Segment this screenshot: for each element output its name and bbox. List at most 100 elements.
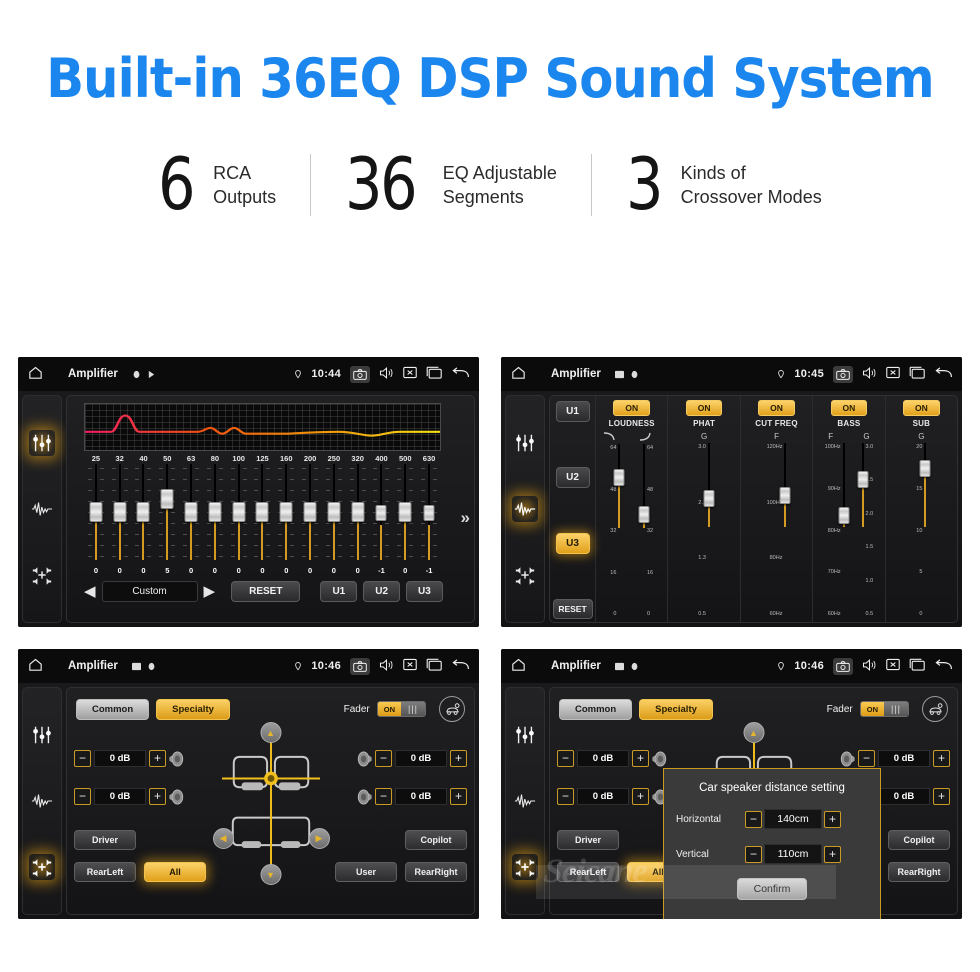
eq-slider-track[interactable] bbox=[397, 464, 414, 560]
tab-common[interactable]: Common bbox=[559, 698, 633, 720]
eq-slider-320[interactable] bbox=[346, 464, 370, 564]
vertical-minus-button[interactable]: − bbox=[745, 845, 762, 863]
preset-u2-button[interactable]: U2 bbox=[363, 581, 401, 602]
level-minus-front-left[interactable]: − bbox=[557, 750, 574, 767]
eq-slider-knob[interactable] bbox=[89, 502, 103, 522]
crossover-slider-track[interactable] bbox=[703, 443, 715, 527]
crossover-slider-track[interactable] bbox=[857, 443, 868, 527]
car-seat-diagram[interactable] bbox=[221, 726, 320, 876]
rail-item-crossover[interactable] bbox=[512, 496, 538, 522]
crossover-slider-0[interactable]: 100Hz 90Hz 80Hz 70Hz 60Hz bbox=[825, 443, 850, 618]
reset-button[interactable]: RESET bbox=[231, 581, 301, 602]
level-plus-front-right[interactable]: + bbox=[450, 750, 467, 767]
rail-item-equalizer[interactable] bbox=[29, 430, 55, 456]
rail-item-equalizer[interactable] bbox=[512, 430, 538, 456]
nav-down-button[interactable]: ▼ bbox=[260, 864, 281, 885]
eq-slider-80[interactable] bbox=[203, 464, 227, 564]
rail-item-balance[interactable] bbox=[512, 854, 538, 880]
eq-slider-knob[interactable] bbox=[375, 504, 387, 521]
back-icon[interactable] bbox=[451, 658, 470, 675]
next-page-chevron[interactable]: » bbox=[461, 508, 470, 528]
home-icon[interactable] bbox=[27, 364, 44, 384]
eq-slider-track[interactable] bbox=[302, 464, 319, 560]
crossover-slider-0[interactable]: 120Hz 100Hz 80Hz 60Hz bbox=[767, 443, 791, 618]
volume-icon[interactable] bbox=[379, 366, 394, 383]
eq-slider-knob[interactable] bbox=[327, 502, 341, 522]
eq-slider-32[interactable] bbox=[108, 464, 132, 564]
level-minus-rear-left[interactable]: − bbox=[557, 788, 574, 805]
eq-slider-knob[interactable] bbox=[184, 502, 198, 522]
fader-toggle[interactable]: ON ||| bbox=[376, 701, 426, 717]
eq-slider-track[interactable] bbox=[349, 464, 366, 560]
tab-common[interactable]: Common bbox=[76, 698, 150, 720]
recents-icon[interactable] bbox=[909, 658, 925, 674]
vertical-stepper[interactable]: − 110cm + bbox=[745, 844, 841, 864]
position-button-copilot[interactable]: Copilot bbox=[888, 830, 950, 850]
back-icon[interactable] bbox=[934, 658, 953, 675]
crossover-slider-0[interactable]: 20 15 10 5 0 bbox=[916, 443, 931, 618]
volume-icon[interactable] bbox=[862, 658, 877, 675]
position-button-rearleft[interactable]: RearLeft bbox=[74, 862, 136, 882]
position-button-driver[interactable]: Driver bbox=[74, 830, 136, 850]
crossover-slider-0[interactable]: 3.0 2.1 1.3 0.5 bbox=[698, 443, 715, 618]
eq-slider-track[interactable] bbox=[373, 464, 390, 560]
eq-slider-160[interactable] bbox=[274, 464, 298, 564]
volume-icon[interactable] bbox=[379, 658, 394, 675]
eq-slider-63[interactable] bbox=[179, 464, 203, 564]
nav-left-button[interactable]: ◀ bbox=[212, 828, 234, 849]
back-icon[interactable] bbox=[934, 366, 953, 383]
nav-up-button[interactable]: ▲ bbox=[260, 722, 281, 743]
level-plus-front-left[interactable]: + bbox=[632, 750, 649, 767]
eq-slider-knob[interactable] bbox=[208, 502, 222, 522]
eq-slider-250[interactable] bbox=[322, 464, 346, 564]
eq-slider-630[interactable] bbox=[417, 464, 441, 564]
level-minus-rear-right[interactable]: − bbox=[375, 788, 392, 805]
camera-icon[interactable] bbox=[350, 657, 370, 675]
rail-item-crossover[interactable] bbox=[29, 788, 55, 814]
horizontal-minus-button[interactable]: − bbox=[745, 810, 762, 828]
camera-icon[interactable] bbox=[833, 657, 853, 675]
rail-item-crossover[interactable] bbox=[512, 788, 538, 814]
nav-right-button[interactable]: ▶ bbox=[308, 828, 330, 849]
tab-specialty[interactable]: Specialty bbox=[639, 698, 713, 720]
crossover-slider-knob[interactable] bbox=[919, 460, 931, 478]
preset-u3-button[interactable]: U3 bbox=[406, 581, 443, 602]
close-box-icon[interactable] bbox=[886, 658, 900, 674]
crossover-slider-track[interactable] bbox=[613, 444, 625, 528]
volume-icon[interactable] bbox=[862, 366, 877, 383]
home-icon[interactable] bbox=[27, 656, 44, 676]
position-button-rearright[interactable]: RearRight bbox=[405, 862, 467, 882]
eq-slider-50[interactable] bbox=[155, 464, 179, 564]
nav-up-button[interactable]: ▲ bbox=[743, 722, 764, 743]
crossover-slider-0[interactable]: 64 48 32 16 0 bbox=[610, 444, 625, 618]
rail-item-equalizer[interactable] bbox=[29, 722, 55, 748]
crossover-slider-track[interactable] bbox=[919, 443, 931, 527]
eq-slider-knob[interactable] bbox=[351, 502, 365, 522]
preset-next-button[interactable]: ▶ bbox=[204, 584, 216, 599]
fader-toggle[interactable]: ON ||| bbox=[859, 701, 909, 717]
preset-u1-button[interactable]: U1 bbox=[320, 581, 358, 602]
position-button-user[interactable]: User bbox=[335, 862, 397, 882]
position-button-copilot[interactable]: Copilot bbox=[405, 830, 467, 850]
eq-slider-knob[interactable] bbox=[398, 502, 412, 522]
camera-icon[interactable] bbox=[350, 365, 370, 383]
crossover-slider-knob[interactable] bbox=[613, 469, 625, 487]
crossover-slider-track[interactable] bbox=[838, 443, 850, 527]
level-minus-rear-left[interactable]: − bbox=[74, 788, 91, 805]
eq-slider-knob[interactable] bbox=[279, 502, 293, 522]
eq-slider-100[interactable] bbox=[227, 464, 251, 564]
level-plus-rear-right[interactable]: + bbox=[933, 788, 950, 805]
crossover-slider-knob[interactable] bbox=[703, 489, 715, 507]
close-box-icon[interactable] bbox=[403, 658, 417, 674]
crossover-on-button[interactable]: ON bbox=[613, 400, 651, 416]
car-settings-icon[interactable] bbox=[439, 696, 465, 722]
level-minus-front-left[interactable]: − bbox=[74, 750, 91, 767]
rail-item-balance[interactable] bbox=[29, 854, 55, 880]
home-icon[interactable] bbox=[510, 656, 527, 676]
position-button-all[interactable]: All bbox=[144, 862, 206, 882]
eq-slider-track[interactable] bbox=[421, 464, 438, 560]
crossover-slider-1[interactable]: 64 48 32 16 0 bbox=[638, 444, 653, 618]
crossover-slider-1[interactable]: 3.0 2.5 2.0 1.5 1.0 0.5 bbox=[857, 443, 873, 618]
eq-slider-track[interactable] bbox=[183, 464, 200, 560]
tab-specialty[interactable]: Specialty bbox=[156, 698, 230, 720]
